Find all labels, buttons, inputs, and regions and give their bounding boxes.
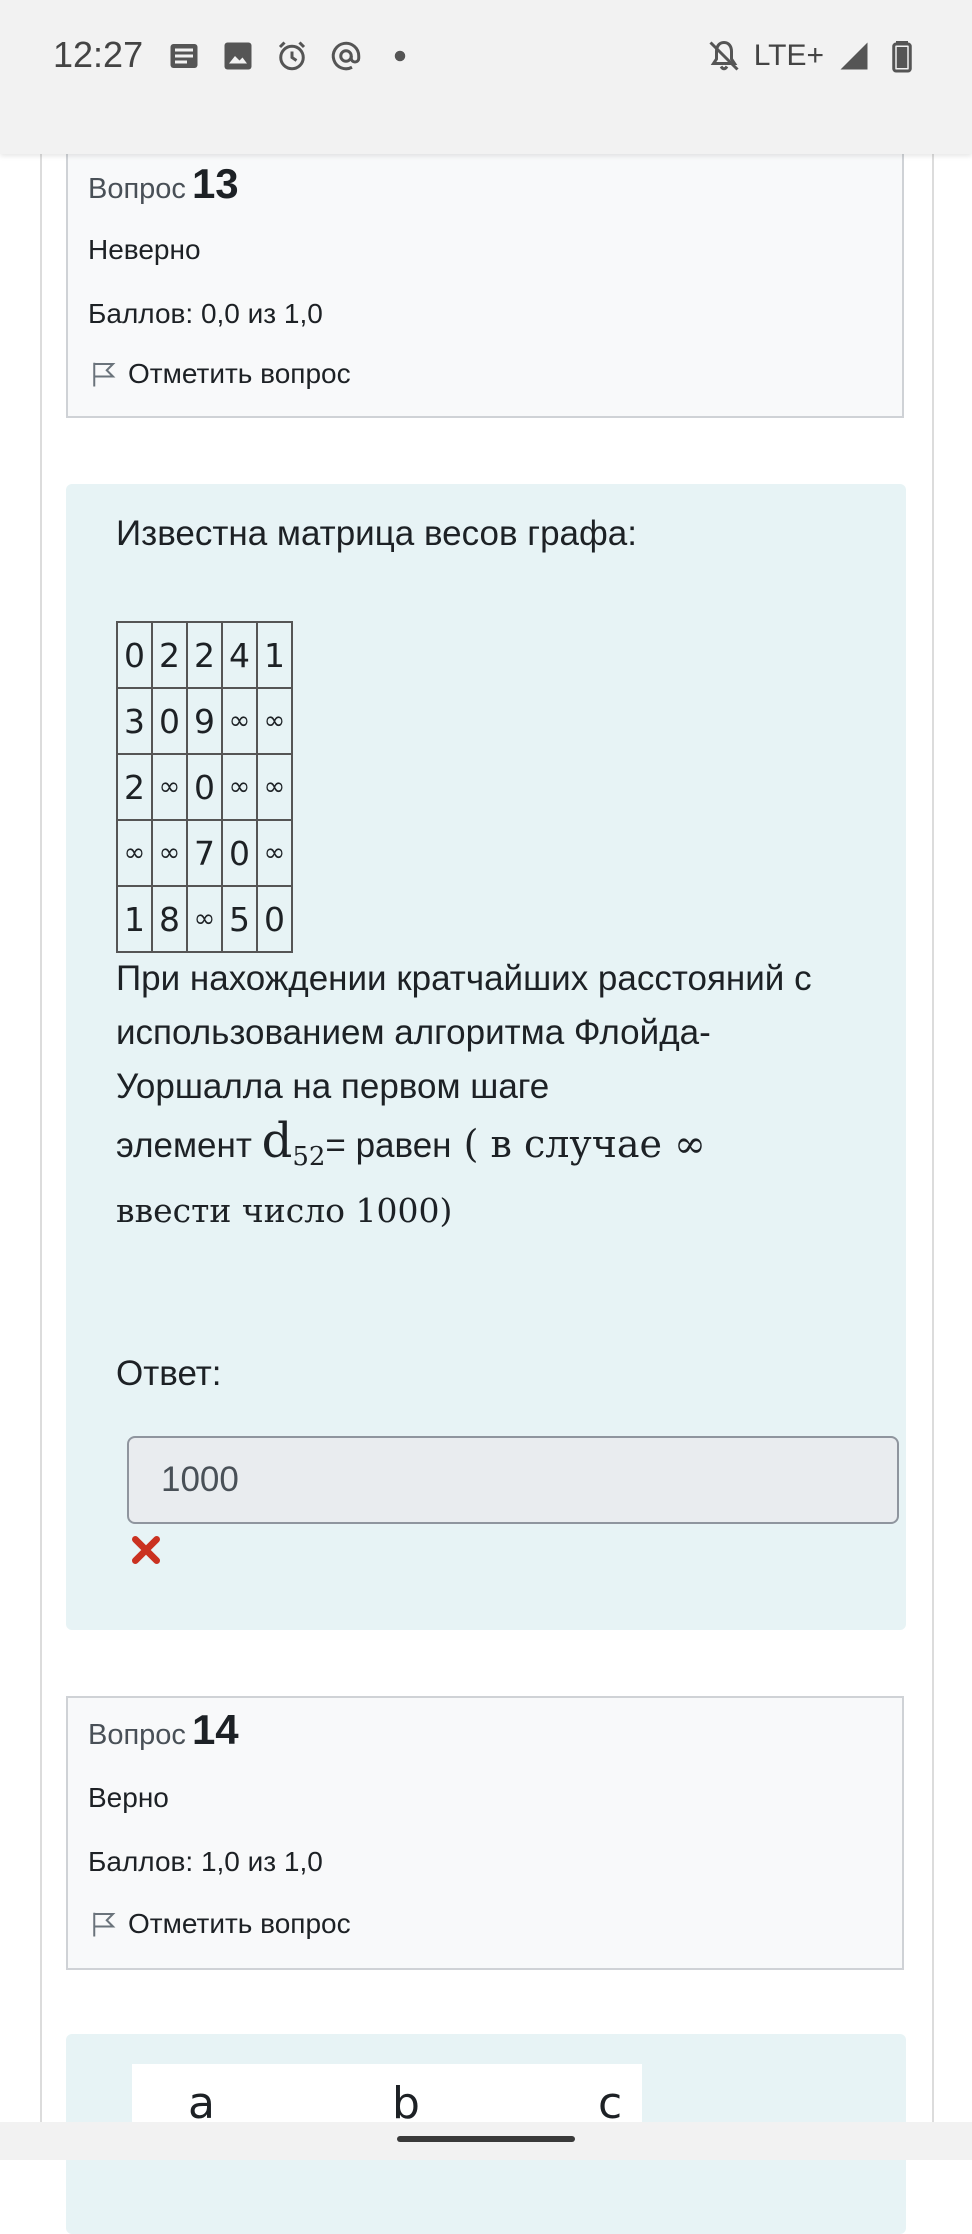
matrix-cell: 5: [221, 885, 258, 953]
network-type: LTE+: [753, 39, 824, 72]
answer-input[interactable]: [127, 1436, 899, 1524]
matrix-cell: ∞: [186, 885, 223, 953]
home-gesture-handle[interactable]: [397, 2136, 575, 2142]
question-14-heading: Вопрос 14: [88, 1706, 239, 1754]
answer-label: Ответ:: [116, 1354, 222, 1393]
question-14-grade: Баллов: 1,0 из 1,0: [88, 1846, 323, 1877]
matrix-cell: 1: [256, 621, 293, 689]
bell-off-icon: [709, 40, 739, 71]
matrix-cell: ∞: [151, 819, 188, 887]
flag-label: Отметить вопрос: [128, 358, 351, 389]
matrix-cell: ∞: [256, 687, 293, 755]
question-13-heading: Вопрос 13: [88, 160, 239, 208]
element-prefix: элемент: [116, 1126, 262, 1165]
matrix-row: ∞ ∞ 7 0 ∞: [116, 819, 293, 887]
question-prefix: Вопрос: [88, 1719, 186, 1751]
element-symbol: d: [261, 1113, 293, 1169]
gesture-navigation-bar: [0, 2122, 972, 2160]
matrix-cell: ∞: [256, 819, 293, 887]
note-part-1: ( в случае ∞: [451, 1122, 706, 1166]
question-number: 13: [191, 160, 239, 207]
matrix-cell: ∞: [256, 753, 293, 821]
question-13-state: Неверно: [88, 234, 201, 265]
matrix-cell: 2: [116, 753, 153, 821]
matrix-cell: 3: [116, 687, 153, 755]
matrix-cell: 1: [116, 885, 153, 953]
weight-matrix-table: 0 2 2 4 1 3 0 9 ∞ ∞ 2 ∞ 0 ∞ ∞ ∞ ∞ 7 0 ∞ 1 8 ∞ 5 0: [116, 621, 293, 953]
status-time: 12:27: [53, 34, 144, 75]
matrix-cell: 0: [221, 819, 258, 887]
question-intro: Известна матрица весов графа:: [116, 514, 637, 553]
news-icon: [170, 44, 198, 68]
matrix-cell: ∞: [221, 687, 258, 755]
flag-label: Отметить вопрос: [128, 1908, 351, 1939]
matrix-row: 1 8 ∞ 5 0: [116, 885, 293, 953]
note-part-2: ввести число 1000): [116, 1191, 453, 1230]
question-number: 14: [191, 1706, 239, 1753]
matrix-cell: 0: [256, 885, 293, 953]
at-icon: [331, 41, 361, 71]
question-13-info: Вопрос 13 Неверно Баллов: 0,0 из 1,0 Отме…: [66, 150, 904, 418]
image-icon: [224, 42, 252, 70]
matrix-cell: 0: [186, 753, 223, 821]
flag-icon: [93, 1912, 116, 1937]
question-text: При нахождении кратчайших расстояний с и…: [116, 952, 876, 1238]
alarm-icon: [278, 41, 306, 71]
matrix-cell: 2: [186, 621, 223, 689]
matrix-row: 2 ∞ 0 ∞ ∞: [116, 753, 293, 821]
matrix-cell: ∞: [151, 753, 188, 821]
question-text-line: При нахождении кратчайших расстояний с и…: [116, 959, 812, 1106]
matrix-cell: 0: [151, 687, 188, 755]
question-14-state: Верно: [88, 1782, 169, 1813]
matrix-cell: 9: [186, 687, 223, 755]
question-14-flag-button[interactable]: Отметить вопрос: [88, 1908, 351, 1940]
status-notification-icons: [166, 38, 418, 74]
question-prefix: Вопрос: [88, 173, 186, 205]
incorrect-cross-icon: [132, 1536, 160, 1564]
matrix-cell: 8: [151, 885, 188, 953]
dot-icon: [394, 50, 406, 62]
matrix-cell: 2: [151, 621, 188, 689]
battery-icon: [892, 41, 912, 73]
matrix-cell: ∞: [221, 753, 258, 821]
status-system-icons: LTE+: [706, 38, 920, 74]
element-subscript: 52: [292, 1142, 326, 1172]
signal-icon: [840, 42, 868, 70]
element-suffix: = равен: [325, 1126, 452, 1165]
question-13-flag-button[interactable]: Отметить вопрос: [88, 358, 351, 390]
question-13-grade: Баллов: 0,0 из 1,0: [88, 298, 323, 329]
question-14-info: Вопрос 14 Верно Баллов: 1,0 из 1,0 Отмети…: [66, 1696, 904, 1970]
question-13-content: Известна матрица весов графа: 0 2 2 4 1 3 0 9 ∞ ∞…: [66, 484, 906, 1630]
matrix-cell: 4: [221, 621, 258, 689]
matrix-cell: 7: [186, 819, 223, 887]
matrix-row: 02241: [116, 621, 293, 689]
status-bar: 12:27 LTE+: [0, 0, 972, 154]
matrix-cell: ∞: [116, 819, 153, 887]
flag-icon: [93, 362, 116, 387]
matrix-row: 3 0 9 ∞ ∞: [116, 687, 293, 755]
matrix-cell: 0: [116, 621, 153, 689]
